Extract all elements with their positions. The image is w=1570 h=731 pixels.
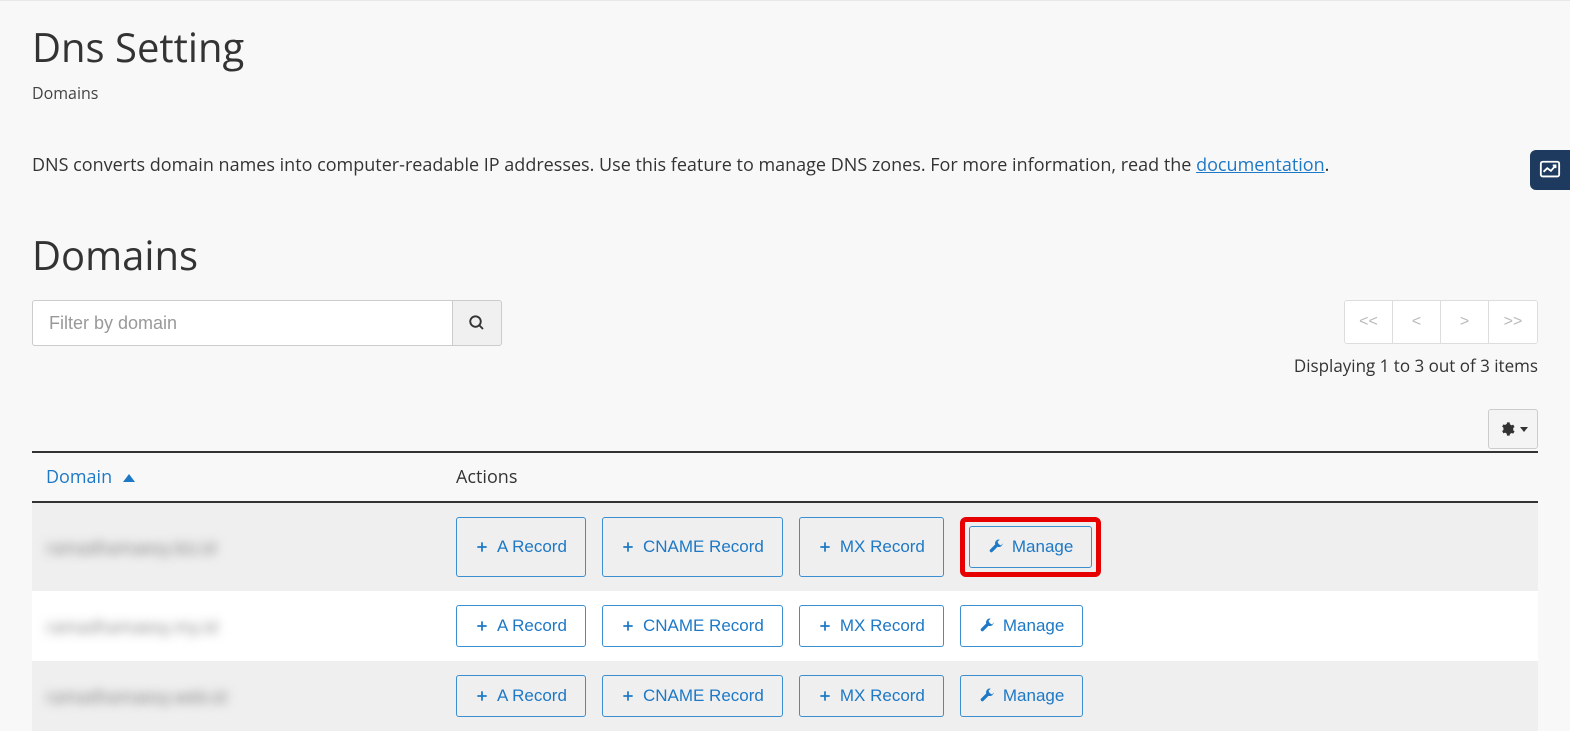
pager-next[interactable]: > xyxy=(1441,301,1489,343)
pager: << < > >> xyxy=(1344,300,1538,344)
plus-icon xyxy=(818,689,832,703)
domain-name-cell: ramadhamaexy.my.id xyxy=(46,615,218,638)
description-text: DNS converts domain names into computer-… xyxy=(32,152,1538,179)
pager-first[interactable]: << xyxy=(1345,301,1393,343)
description-pre: DNS converts domain names into computer-… xyxy=(32,153,1196,177)
add-a-record-button-label: A Record xyxy=(497,537,567,557)
add-a-record-button[interactable]: A Record xyxy=(456,605,586,647)
add-mx-record-button-label: MX Record xyxy=(840,616,925,636)
manage-button-label: Manage xyxy=(1003,616,1064,636)
domain-name-cell: ramadhamaexy.web.id xyxy=(46,685,227,708)
side-analytics-tab[interactable] xyxy=(1530,150,1570,190)
column-header-domain-label: Domain xyxy=(46,465,112,489)
table-settings-button[interactable] xyxy=(1488,409,1538,449)
sort-asc-icon xyxy=(123,474,135,482)
chart-icon xyxy=(1539,159,1561,181)
breadcrumb: Domains xyxy=(32,82,1538,104)
pager-last[interactable]: >> xyxy=(1489,301,1537,343)
page-title: Dns Setting xyxy=(32,19,1538,74)
highlight-annotation: Manage xyxy=(960,517,1101,577)
plus-icon xyxy=(621,689,635,703)
plus-icon xyxy=(475,689,489,703)
pager-prev[interactable]: < xyxy=(1393,301,1441,343)
plus-icon xyxy=(621,540,635,554)
table-row: ramadhamaexy.biz.id A Record CNAME Record M… xyxy=(32,502,1538,591)
add-mx-record-button[interactable]: MX Record xyxy=(799,675,944,717)
add-cname-record-button[interactable]: CNAME Record xyxy=(602,605,783,647)
manage-button[interactable]: Manage xyxy=(960,675,1083,717)
plus-icon xyxy=(818,540,832,554)
search-button[interactable] xyxy=(452,300,502,346)
filter-domain-input[interactable] xyxy=(32,300,452,346)
add-cname-record-button-label: CNAME Record xyxy=(643,616,764,636)
add-cname-record-button[interactable]: CNAME Record xyxy=(602,517,783,577)
add-mx-record-button[interactable]: MX Record xyxy=(799,517,944,577)
plus-icon xyxy=(818,619,832,633)
domain-name-cell: ramadhamaexy.biz.id xyxy=(46,536,216,559)
section-title-domains: Domains xyxy=(32,227,1538,282)
table-row: ramadhamaexy.my.id A Record CNAME Record MX… xyxy=(32,591,1538,661)
add-mx-record-button[interactable]: MX Record xyxy=(799,605,944,647)
add-cname-record-button[interactable]: CNAME Record xyxy=(602,675,783,717)
column-header-domain[interactable]: Domain xyxy=(32,452,442,502)
add-a-record-button[interactable]: A Record xyxy=(456,517,586,577)
add-mx-record-button-label: MX Record xyxy=(840,686,925,706)
domains-table: Domain Actions ramadhamaexy.biz.id A Reco… xyxy=(32,451,1538,731)
documentation-link[interactable]: documentation xyxy=(1196,153,1325,177)
wrench-icon xyxy=(988,539,1004,555)
add-cname-record-button-label: CNAME Record xyxy=(643,686,764,706)
plus-icon xyxy=(621,619,635,633)
table-row: ramadhamaexy.web.id A Record CNAME Record M… xyxy=(32,661,1538,731)
plus-icon xyxy=(475,540,489,554)
search-icon xyxy=(468,314,486,332)
description-post: . xyxy=(1325,153,1330,177)
manage-button-label: Manage xyxy=(1012,537,1073,557)
add-a-record-button-label: A Record xyxy=(497,616,567,636)
wrench-icon xyxy=(979,688,995,704)
column-header-actions: Actions xyxy=(442,452,1538,502)
manage-button[interactable]: Manage xyxy=(960,605,1083,647)
pager-info: Displaying 1 to 3 out of 3 items xyxy=(1294,354,1538,377)
plus-icon xyxy=(475,619,489,633)
caret-down-icon xyxy=(1520,427,1528,432)
add-mx-record-button-label: MX Record xyxy=(840,537,925,557)
add-cname-record-button-label: CNAME Record xyxy=(643,537,764,557)
add-a-record-button-label: A Record xyxy=(497,686,567,706)
manage-button[interactable]: Manage xyxy=(969,526,1092,568)
manage-button-label: Manage xyxy=(1003,686,1064,706)
add-a-record-button[interactable]: A Record xyxy=(456,675,586,717)
gear-icon xyxy=(1499,421,1515,437)
filter-group xyxy=(32,300,502,346)
wrench-icon xyxy=(979,618,995,634)
